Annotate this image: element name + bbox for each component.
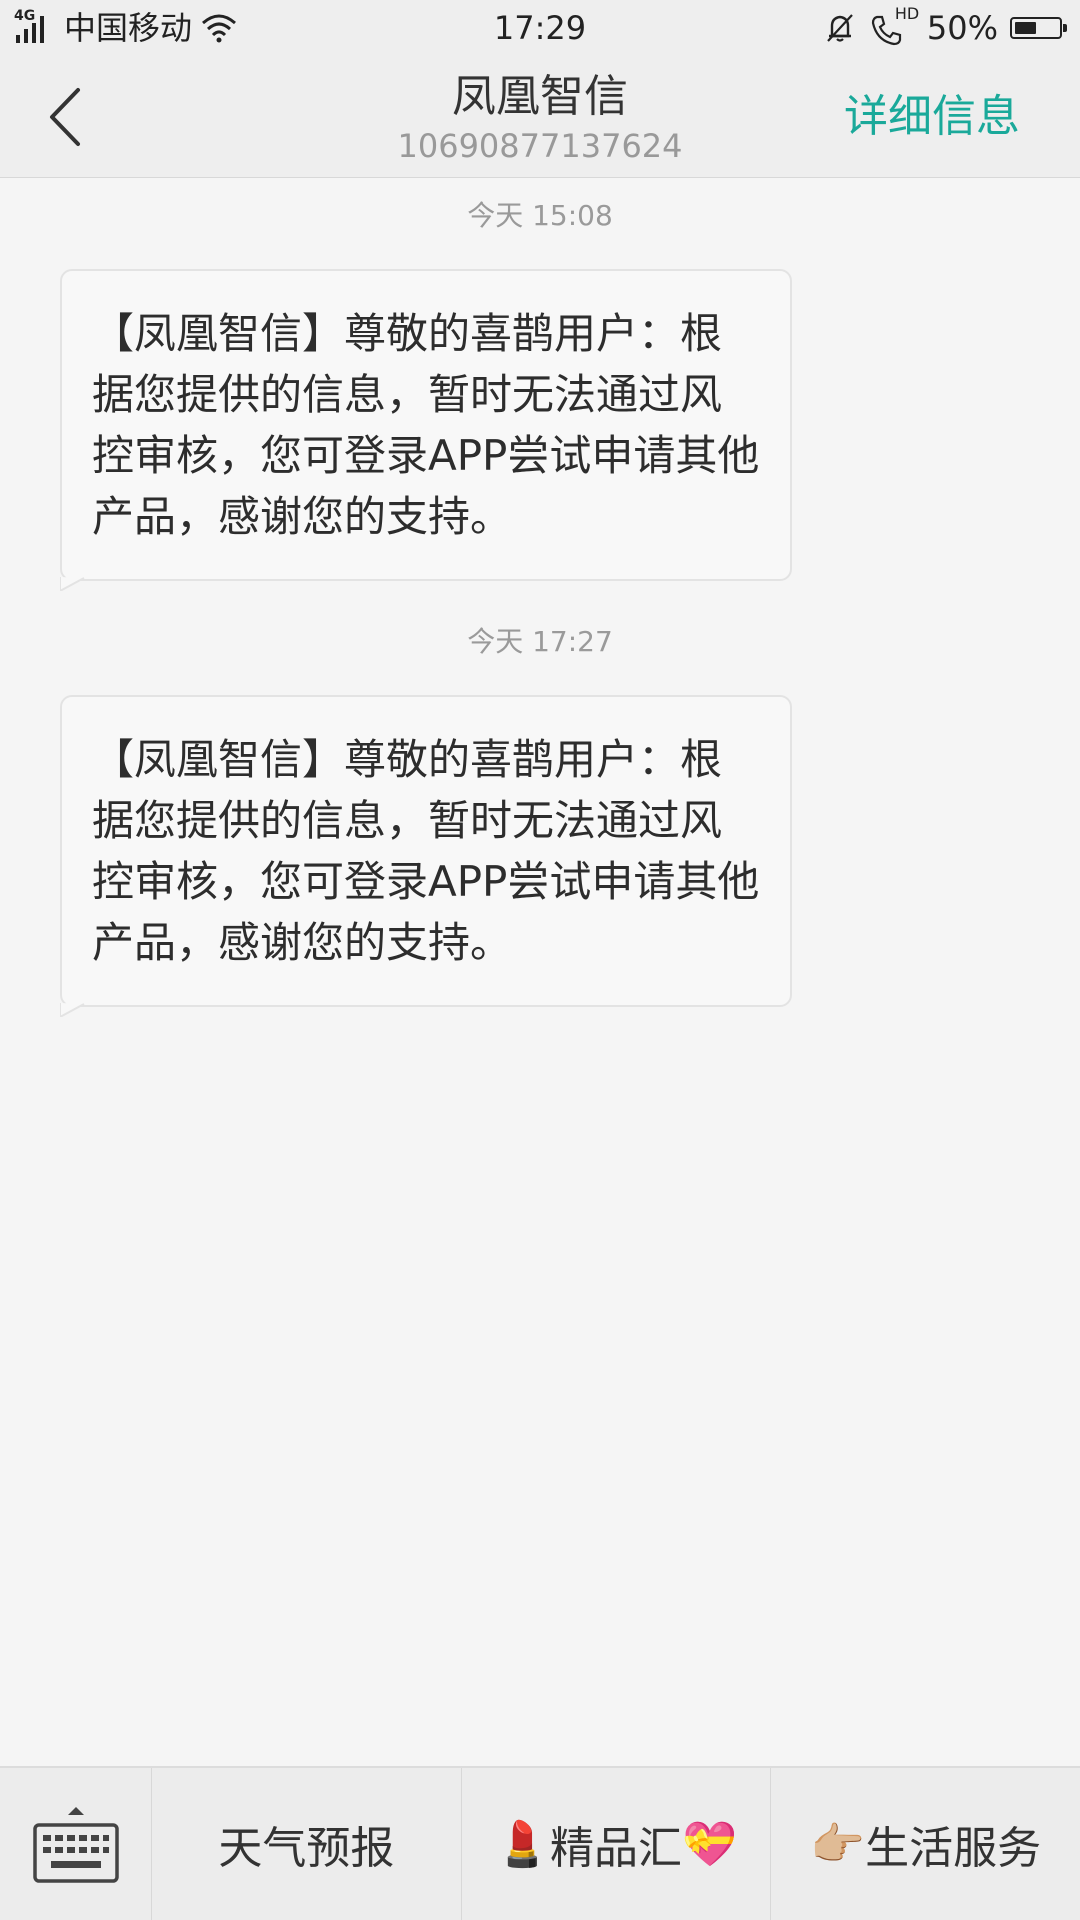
bubble-tail [60,577,85,591]
hd-call-icon: HD [869,5,919,46]
conversation-header: 凤凰智信 10690877137624 详细信息 [0,56,1080,178]
message-bubble[interactable]: 【凤凰智信】尊敬的喜鹊用户：根据您提供的信息，暂时无法通过风控审核，您可登录AP… [60,269,792,591]
menu-weather-label: 天气预报 [218,1823,395,1874]
message-text: 【凤凰智信】尊敬的喜鹊用户：根据您提供的信息，暂时无法通过风控审核，您可登录AP… [92,309,760,541]
bottom-menu-bar: 天气预报 💄 精品汇 💝 👉🏼 生活服务 [0,1766,1080,1920]
message-text: 【凤凰智信】尊敬的喜鹊用户：根据您提供的信息，暂时无法通过风控审核，您可登录AP… [92,735,760,967]
battery-fill [1015,22,1036,34]
battery-tip [1063,24,1067,32]
message-timestamp: 今天 17:27 [467,625,613,658]
status-bar: 4G 中国移动 17:29 HD 50% [0,0,1080,56]
details-button[interactable]: 详细信息 [844,90,1020,144]
status-right: HD 50% [811,5,1067,48]
battery-icon [1010,17,1067,39]
message-timestamp: 今天 15:08 [467,199,613,232]
keyboard-icon [32,1807,119,1883]
menu-life-services-label: 生活服务 [865,1823,1042,1874]
menu-weather[interactable]: 天气预报 [152,1768,462,1920]
lipstick-icon: 💄 [495,1819,550,1870]
keyboard-toggle-button[interactable] [0,1768,152,1920]
menu-life-services[interactable]: 👉🏼 生活服务 [771,1768,1080,1920]
bubble-tail [60,1003,85,1017]
menu-boutique-label: 精品汇 [550,1823,682,1874]
bell-muted-icon [827,14,853,42]
pointing-hand-icon: 👉🏼 [810,1819,866,1870]
gift-heart-icon: 💝 [682,1819,737,1870]
battery-percent: 50% [926,9,998,47]
hd-label: HD [894,4,920,23]
menu-boutique[interactable]: 💄 精品汇 💝 [462,1768,772,1920]
message-bubble[interactable]: 【凤凰智信】尊敬的喜鹊用户：根据您提供的信息，暂时无法通过风控审核，您可登录AP… [60,695,792,1017]
